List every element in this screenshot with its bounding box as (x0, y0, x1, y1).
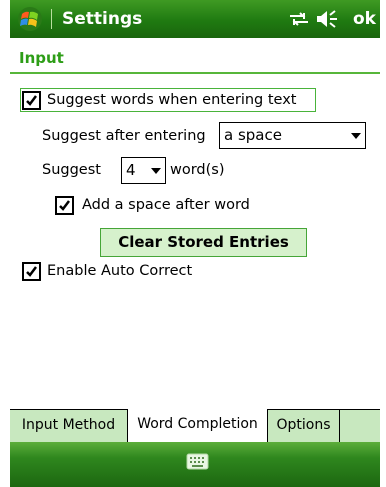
suggest-words-checkbox[interactable] (22, 91, 41, 110)
title-bar: Settings ok (10, 0, 380, 38)
checkmark-icon (26, 266, 37, 277)
tab-options[interactable]: Options (268, 410, 340, 443)
header-divider (10, 72, 380, 74)
screen-margin-right (380, 0, 386, 487)
chevron-down-icon (151, 168, 161, 174)
tab-input-method[interactable]: Input Method (10, 410, 128, 443)
clear-stored-entries-button[interactable]: Clear Stored Entries (100, 228, 307, 257)
device-frame: Settings ok Input Suggest words when ent… (0, 0, 386, 487)
settings-tab-strip: Input Method Word Completion Options (10, 409, 380, 443)
suggest-count-suffix: word(s) (170, 162, 225, 178)
tab-word-completion[interactable]: Word Completion (127, 409, 268, 443)
auto-correct-checkbox[interactable] (22, 262, 41, 281)
suggest-words-label[interactable]: Suggest words when entering text (47, 91, 296, 110)
keyboard-icon[interactable] (186, 452, 209, 471)
window-title: Settings (62, 9, 143, 29)
screen-margin-left (0, 0, 10, 487)
add-space-label[interactable]: Add a space after word (82, 196, 250, 215)
suggest-count-prefix: Suggest (42, 162, 101, 178)
command-bar (10, 442, 380, 487)
checkmark-icon (59, 200, 70, 211)
tab-strip-filler (340, 410, 380, 443)
title-divider (51, 9, 52, 29)
page-header: Input (10, 38, 380, 74)
suggest-after-dropdown[interactable]: a space (219, 122, 366, 149)
page-title: Input (19, 49, 64, 67)
suggest-after-label: Suggest after entering (42, 128, 206, 144)
suggest-count-value: 4 (126, 161, 136, 179)
settings-screen: Settings ok Input Suggest words when ent… (10, 0, 380, 487)
windows-start-icon[interactable] (17, 6, 43, 32)
suggest-count-dropdown[interactable]: 4 (121, 157, 166, 184)
checkmark-icon (26, 95, 37, 106)
ok-button[interactable]: ok (353, 8, 376, 30)
connectivity-icon[interactable] (288, 10, 310, 28)
add-space-checkbox[interactable] (55, 196, 74, 215)
auto-correct-label[interactable]: Enable Auto Correct (47, 262, 192, 281)
speaker-icon[interactable] (315, 9, 339, 29)
chevron-down-icon (351, 133, 361, 139)
suggest-after-value: a space (224, 126, 282, 144)
